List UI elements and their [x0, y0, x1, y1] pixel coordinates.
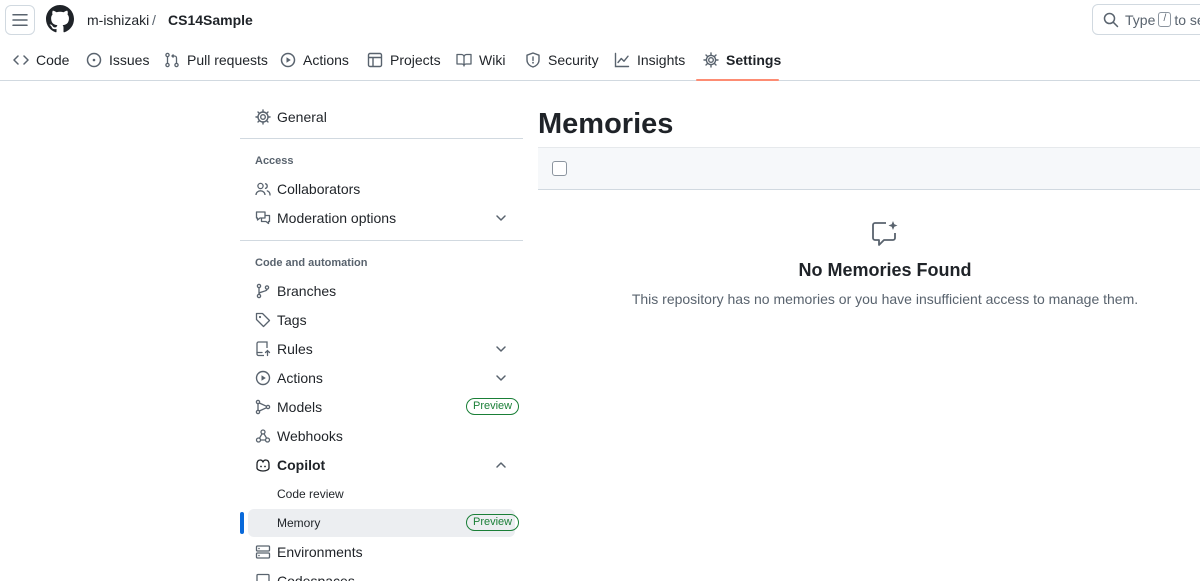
sidebar-item-label: General — [277, 109, 327, 125]
sidebar-item-label: Rules — [277, 341, 313, 357]
graph-icon — [614, 52, 630, 68]
selected-indicator — [240, 512, 244, 534]
breadcrumb-repo-link[interactable]: CS14Sample — [168, 12, 253, 28]
ai-model-icon — [255, 399, 271, 415]
sidebar-item-label: Memory — [277, 516, 321, 530]
tab-settings[interactable]: Settings — [703, 40, 781, 80]
search-placeholder-suffix: to se — [1174, 11, 1200, 28]
shield-icon — [526, 52, 540, 68]
sidebar-item-rules[interactable]: Rules — [248, 335, 515, 363]
gear-icon — [255, 109, 271, 125]
sidebar-item-label: Collaborators — [277, 181, 361, 197]
sidebar-item-models[interactable]: Models Preview — [248, 393, 520, 421]
sidebar-item-environments[interactable]: Environments — [248, 538, 515, 566]
tab-wiki-label: Wiki — [479, 52, 506, 68]
tab-wiki[interactable]: Wiki — [456, 40, 505, 80]
sidebar-divider — [240, 138, 523, 139]
hamburger-menu-button[interactable] — [5, 5, 35, 35]
tag-icon — [255, 312, 271, 328]
preview-badge: Preview — [466, 398, 520, 415]
sidebar-item-memory[interactable]: Memory Preview — [248, 509, 520, 537]
sidebar-item-webhooks[interactable]: Webhooks — [248, 422, 515, 450]
chevron-down-icon — [496, 215, 506, 221]
sidebar-item-moderation-options[interactable]: Moderation options — [248, 204, 515, 232]
sidebar-item-actions[interactable]: Actions — [248, 364, 515, 392]
settings-sidebar: General Access Collaborators Moderation … — [240, 81, 523, 581]
git-branch-icon — [256, 283, 270, 299]
repo-push-icon — [256, 341, 271, 357]
tab-actions-label: Actions — [303, 52, 349, 68]
sidebar-item-label: Webhooks — [277, 428, 343, 444]
tab-security-label: Security — [548, 52, 599, 68]
page-title: Memories — [538, 108, 674, 140]
breadcrumb-owner-link[interactable]: m-ishizaki — [87, 12, 149, 28]
breadcrumb-separator: / — [152, 12, 156, 28]
chevron-up-icon — [496, 462, 506, 468]
memories-list-header — [538, 147, 1200, 190]
server-icon — [255, 545, 271, 559]
tab-insights[interactable]: Insights — [614, 40, 685, 80]
tab-issues[interactable]: Issues — [86, 40, 149, 80]
empty-state-description: This repository has no memories or you h… — [631, 291, 1139, 307]
sidebar-item-code-review[interactable]: Code review — [248, 480, 515, 508]
sidebar-group-access: Access — [255, 155, 294, 167]
tab-code-label: Code — [36, 52, 70, 68]
search-placeholder-prefix: Type — [1125, 11, 1156, 28]
tab-pull-requests[interactable]: Pull requests — [164, 40, 268, 80]
copilot-icon — [256, 459, 270, 472]
sidebar-item-general[interactable]: General — [248, 103, 515, 131]
tab-projects[interactable]: Projects — [367, 40, 441, 80]
git-pull-request-icon — [165, 52, 179, 68]
tab-code[interactable]: Code — [13, 40, 69, 80]
people-icon — [255, 182, 271, 196]
tab-actions[interactable]: Actions — [280, 40, 349, 80]
sidebar-item-label: Tags — [277, 312, 307, 328]
sidebar-item-label: Copilot — [277, 457, 326, 473]
search-input[interactable]: Type / to se — [1092, 4, 1200, 35]
github-logo-icon[interactable] — [46, 5, 74, 33]
sidebar-divider — [240, 240, 523, 241]
tab-security[interactable]: Security — [525, 40, 599, 80]
sidebar-item-copilot[interactable]: Copilot — [248, 451, 515, 479]
preview-badge: Preview — [466, 514, 520, 531]
chevron-down-icon — [496, 375, 506, 381]
search-icon — [1103, 12, 1119, 27]
sidebar-item-branches[interactable]: Branches — [248, 277, 515, 305]
tab-settings-label: Settings — [726, 52, 782, 68]
three-bars-icon — [12, 14, 28, 26]
play-icon — [255, 370, 271, 386]
sidebar-item-label: Moderation options — [277, 210, 397, 226]
sidebar-item-label: Codespaces — [277, 573, 355, 581]
empty-state-title: No Memories Found — [798, 260, 972, 280]
comment-sparkle-icon — [872, 221, 898, 246]
tab-pull-requests-label: Pull requests — [187, 52, 268, 68]
sidebar-group-code-automation: Code and automation — [255, 257, 368, 269]
sidebar-item-label: Environments — [277, 544, 363, 560]
repo-nav: Code Issues Pull requests Actions Projec… — [0, 40, 1200, 81]
issue-opened-icon — [86, 52, 102, 68]
active-tab-indicator — [696, 79, 779, 81]
tab-issues-label: Issues — [109, 52, 150, 68]
sidebar-item-label: Models — [277, 399, 323, 415]
sidebar-item-tags[interactable]: Tags — [248, 306, 515, 334]
top-bar: m-ishizaki / CS14Sample Type / to se — [0, 0, 1200, 40]
tab-insights-label: Insights — [637, 52, 686, 68]
codespaces-icon — [256, 573, 270, 581]
code-icon — [13, 55, 29, 65]
sidebar-item-codespaces[interactable]: Codespaces — [248, 567, 515, 581]
sidebar-item-label: Actions — [277, 370, 323, 386]
table-icon — [367, 52, 383, 68]
gear-icon — [703, 52, 719, 68]
chevron-down-icon — [496, 346, 506, 352]
book-icon — [456, 53, 472, 67]
sidebar-item-collaborators[interactable]: Collaborators — [248, 175, 515, 203]
tab-projects-label: Projects — [390, 52, 441, 68]
sidebar-item-label: Branches — [277, 283, 337, 299]
sidebar-item-label: Code review — [277, 487, 344, 501]
play-icon — [280, 52, 296, 68]
webhook-icon — [255, 429, 271, 443]
comment-discussion-icon — [255, 211, 271, 225]
search-shortcut-key: / — [1158, 12, 1172, 27]
select-all-checkbox[interactable] — [552, 161, 567, 176]
